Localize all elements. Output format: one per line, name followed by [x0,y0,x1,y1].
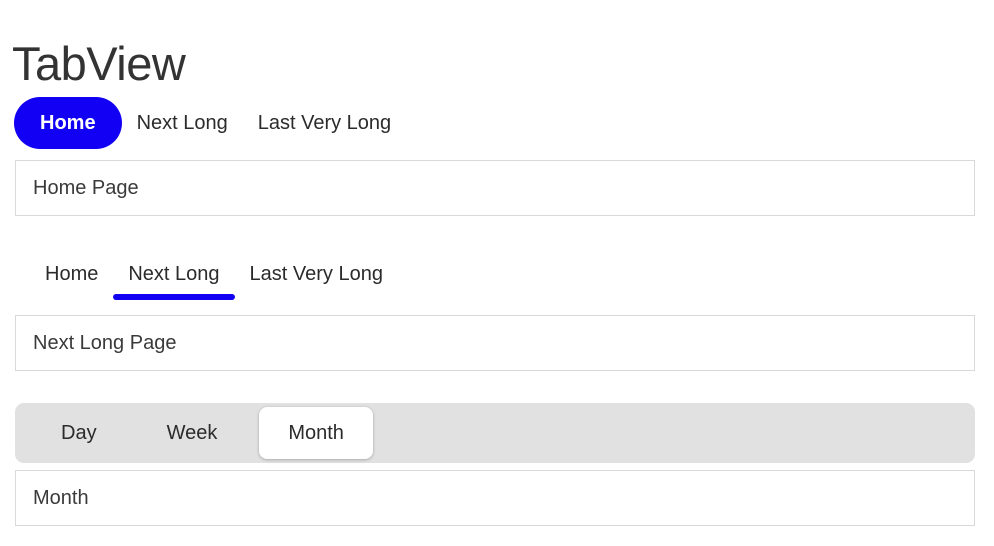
panel-home-text: Home Page [33,177,139,199]
tab-day[interactable]: Day [37,407,121,459]
panel-month-text: Month [33,487,89,509]
panel-month: Month [15,470,975,526]
tab-next-long-pill[interactable]: Next Long [122,97,243,149]
tab-active-indicator [113,294,235,300]
tab-last-very-long-underline[interactable]: Last Very Long [235,258,398,287]
tab-last-very-long-underline-label: Last Very Long [249,263,383,285]
page-title: TabView [12,37,186,91]
tab-home-underline-label: Home [45,263,99,285]
tabstrip-pill: Home Next Long Last Very Long [14,96,406,150]
tabstrip-segmented: Day Week Month [15,403,975,463]
tab-next-long-underline-label: Next Long [128,263,220,285]
tab-last-very-long-pill[interactable]: Last Very Long [243,97,406,149]
tab-next-long-underline[interactable]: Next Long [113,258,235,300]
tab-week[interactable]: Week [143,407,242,459]
tab-home-underline[interactable]: Home [30,258,113,287]
panel-next-long-text: Next Long Page [33,332,177,354]
panel-next-long: Next Long Page [15,315,975,371]
panel-home: Home Page [15,160,975,216]
tab-home-pill[interactable]: Home [14,97,122,149]
tabstrip-underline: Home Next Long Last Very Long [30,258,398,304]
tab-month[interactable]: Month [259,407,373,459]
